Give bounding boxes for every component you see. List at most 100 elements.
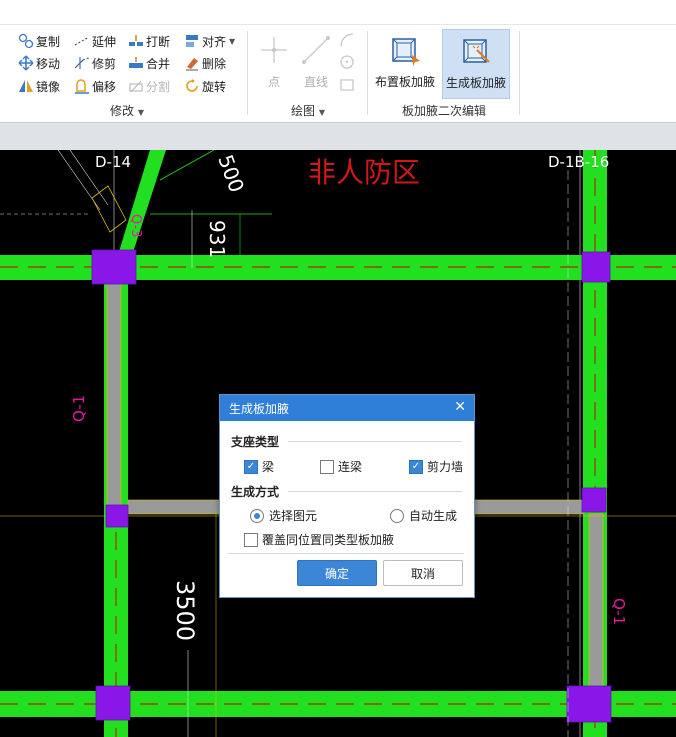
- merge-label: 合并: [146, 56, 171, 71]
- haunch-group: 布置板加腋 生成板加腋 板加腋二次编辑: [370, 29, 518, 121]
- ribbon: 复制 延伸 打断 对齐 ▼ 移动 修剪 合并 删除 镜像 偏移 分割 旋转 修改…: [0, 24, 676, 123]
- cancel-button[interactable]: 取消: [383, 560, 463, 586]
- chevron-down-icon: ▼: [318, 108, 325, 117]
- align-icon: [184, 33, 200, 49]
- extend-icon: [74, 33, 90, 49]
- mirror-icon: [18, 78, 34, 94]
- modify-group-title: 修改: [110, 104, 135, 118]
- move-tool[interactable]: 移动: [18, 53, 60, 73]
- column: [95, 685, 131, 721]
- rectangle-tool[interactable]: [338, 76, 356, 97]
- ribbon-separator: [519, 31, 520, 115]
- modify-group-label[interactable]: 修改 ▼: [10, 102, 244, 119]
- ribbon-footer-bar: [0, 122, 676, 151]
- dimension-500: 500: [213, 152, 249, 196]
- mirror-tool[interactable]: 镜像: [18, 76, 60, 96]
- support-type-heading: 支座类型: [231, 435, 280, 449]
- support-coupling-beam-checkbox[interactable]: 连梁: [320, 458, 362, 475]
- beam-tag-left: Q-1: [70, 395, 88, 422]
- line-icon: [302, 36, 330, 64]
- column: [581, 251, 611, 283]
- column: [581, 487, 607, 513]
- merge-tool[interactable]: 合并: [128, 53, 170, 73]
- copy-icon: [18, 33, 34, 49]
- split-tool[interactable]: 分割: [128, 76, 170, 96]
- place-haunch-button[interactable]: 布置板加腋: [372, 29, 438, 97]
- section-divider: [288, 441, 462, 442]
- split-icon: [128, 78, 144, 94]
- dimension-931: 931: [205, 220, 229, 258]
- move-label: 移动: [36, 56, 61, 71]
- checkbox-checked-icon: ✓: [409, 459, 423, 474]
- trim-label: 修剪: [92, 56, 117, 71]
- beam-tag-right: Q-1: [610, 598, 628, 625]
- split-label: 分割: [146, 79, 171, 94]
- ribbon-separator: [247, 31, 248, 115]
- method-auto-generate-radio[interactable]: 自动生成: [390, 507, 457, 524]
- method-select-elements-radio[interactable]: 选择图元: [250, 507, 317, 524]
- point-tool[interactable]: 点: [254, 29, 294, 97]
- delete-tool[interactable]: 删除: [184, 53, 226, 73]
- method-auto-generate-label: 自动生成: [409, 509, 458, 523]
- button-divider: [228, 553, 464, 554]
- draw-group-label[interactable]: 绘图 ▼: [250, 102, 366, 119]
- offset-icon: [74, 78, 90, 94]
- arc-icon: [340, 33, 354, 47]
- circle-icon: [340, 55, 354, 69]
- align-label: 对齐: [202, 34, 227, 49]
- align-tool[interactable]: 对齐 ▼: [184, 31, 235, 51]
- grid-label-left: D-14: [95, 153, 131, 171]
- break-label: 打断: [146, 34, 171, 49]
- place-haunch-icon: [392, 38, 420, 66]
- support-shear-wall-checkbox[interactable]: ✓ 剪力墙: [409, 458, 463, 475]
- column: [91, 249, 137, 285]
- support-coupling-beam-label: 连梁: [338, 460, 363, 474]
- dimension-3500: 3500: [171, 580, 199, 641]
- radio-selected-icon: [250, 508, 264, 523]
- break-tool[interactable]: 打断: [128, 31, 170, 51]
- circle-tool[interactable]: [338, 53, 356, 74]
- shear-wall-right-vertical: [588, 513, 604, 691]
- line-tool[interactable]: 直线: [296, 29, 336, 97]
- draw-group-title: 绘图: [291, 104, 316, 118]
- generate-haunch-button[interactable]: 生成板加腋: [442, 29, 510, 99]
- extend-tool[interactable]: 延伸: [74, 31, 116, 51]
- copy-tool[interactable]: 复制: [18, 31, 60, 51]
- trim-icon: [74, 55, 90, 71]
- generate-haunch-dialog: 生成板加腋 ✕ 支座类型 ✓ 梁 连梁 ✓ 剪力墙 生成方式 选择图元 自动生成…: [219, 394, 475, 598]
- grid-label-right: D-1B-16: [548, 153, 609, 171]
- modify-group: 复制 延伸 打断 对齐 ▼ 移动 修剪 合并 删除 镜像 偏移 分割 旋转 修改…: [10, 29, 244, 121]
- eraser-icon: [184, 55, 200, 71]
- column: [105, 504, 129, 528]
- dialog-titlebar[interactable]: 生成板加腋 ✕: [220, 395, 474, 421]
- overwrite-checkbox[interactable]: 覆盖同位置同类型板加腋: [244, 531, 394, 548]
- arc-tool[interactable]: [338, 31, 356, 52]
- rectangle-icon: [340, 79, 354, 91]
- checkbox-unchecked-icon: [320, 459, 334, 474]
- method-heading: 生成方式: [231, 485, 280, 499]
- move-icon: [18, 55, 34, 71]
- offset-tool[interactable]: 偏移: [74, 76, 116, 96]
- support-beam-label: 梁: [262, 460, 275, 474]
- haunch-group-label: 板加腋二次编辑: [401, 104, 486, 118]
- rotate-icon: [184, 78, 200, 94]
- rotate-label: 旋转: [202, 79, 227, 94]
- support-shear-wall-label: 剪力墙: [427, 460, 464, 474]
- radio-unselected-icon: [390, 508, 404, 523]
- shear-wall-middle: [127, 499, 221, 515]
- support-beam-checkbox[interactable]: ✓ 梁: [244, 458, 274, 475]
- close-icon[interactable]: ✕: [454, 399, 466, 415]
- trim-tool[interactable]: 修剪: [74, 53, 116, 73]
- break-icon: [128, 33, 144, 49]
- point-label: 点: [267, 75, 280, 89]
- checkbox-unchecked-icon: [244, 532, 258, 547]
- point-icon: [261, 37, 287, 63]
- ok-button[interactable]: 确定: [297, 560, 377, 586]
- rotate-tool[interactable]: 旋转: [184, 76, 226, 96]
- offset-label: 偏移: [92, 79, 117, 94]
- method-select-elements-label: 选择图元: [269, 509, 318, 523]
- overwrite-label: 覆盖同位置同类型板加腋: [262, 533, 395, 547]
- extend-label: 延伸: [92, 34, 117, 49]
- ribbon-separator: [367, 31, 368, 115]
- dialog-title: 生成板加腋: [229, 401, 290, 416]
